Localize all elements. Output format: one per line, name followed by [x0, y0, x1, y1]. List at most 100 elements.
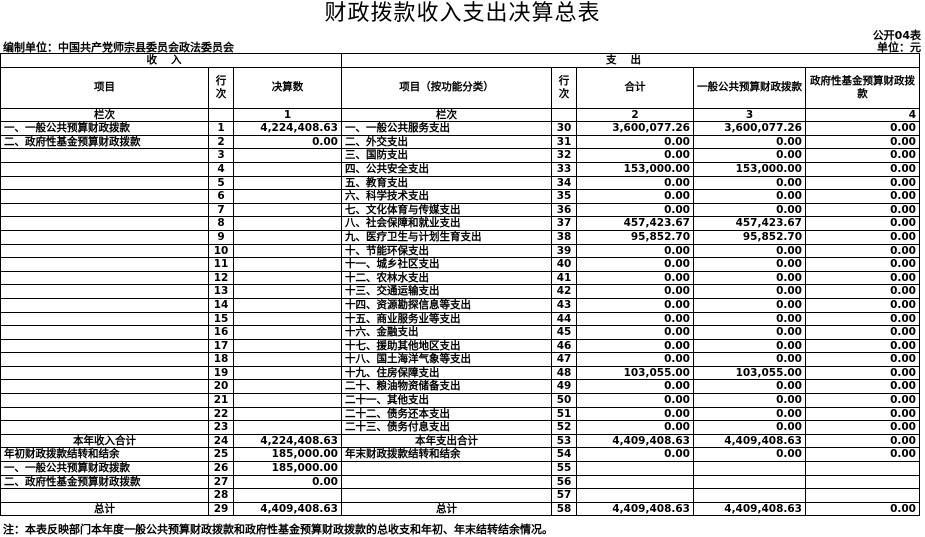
table-cell: 103,055.00 — [576, 365, 694, 381]
table-cell: 32 — [551, 148, 577, 163]
table-cell: 0.00 — [693, 447, 806, 463]
table-cell — [0, 406, 209, 422]
table-row: 一、一般公共预算财政拨款 1 4,224,408.63 一、一般公共服务支出 30 3,6… — [0, 121, 920, 136]
table-cell: 总计 — [341, 501, 552, 517]
table-cell — [341, 488, 552, 503]
table-cell: 3,600,077.26 — [693, 121, 806, 136]
table-cell — [233, 257, 342, 272]
table-cell: 4,409,408.63 — [693, 433, 806, 449]
table-cell: 185,000.00 — [233, 461, 342, 476]
table-cell: 4,409,408.63 — [576, 501, 694, 517]
table-cell: 103,055.00 — [693, 365, 806, 381]
table-cell: 0.00 — [576, 338, 694, 354]
table-cell: 0.00 — [693, 270, 806, 286]
table-cell: 54 — [551, 447, 577, 463]
table-cell: 17 — [208, 338, 234, 354]
table-cell: 0.00 — [693, 284, 806, 299]
table-row: 12 十二、农林水支出 41 0.00 0.00 0.00 — [0, 270, 920, 286]
table-cell: 0.00 — [805, 433, 920, 449]
table-cell: 0.00 — [576, 134, 694, 150]
table-cell — [0, 338, 209, 354]
table-cell: 0.00 — [805, 297, 920, 313]
table-cell — [0, 270, 209, 286]
expense-group-header: 支出 — [341, 53, 920, 68]
header-row-no: 行次 — [208, 66, 234, 109]
group-header-row: 收入 支出 — [0, 53, 920, 68]
table-cell — [0, 297, 209, 313]
unit-row: 编制单位：中国共产党师宗县委员会政法委员会 单位：元 — [0, 39, 925, 54]
table-row: 3 三、国防支出 32 0.00 0.00 0.00 — [0, 148, 920, 163]
table-cell: 0.00 — [233, 474, 342, 490]
table-cell — [0, 175, 209, 191]
table-row: 16 十六、金融支出 45 0.00 0.00 0.00 — [0, 325, 920, 340]
table-cell: 4,409,408.63 — [233, 501, 342, 517]
table-cell: 0.00 — [693, 134, 806, 150]
table-cell: 0.00 — [693, 189, 806, 204]
table-cell: 0.00 — [805, 338, 920, 354]
budget-table: 收入 支出 项目 行次 决算数 项目（按功能分类） 行次 合计 一般公共预算财政… — [0, 53, 920, 517]
table-cell: 4 — [805, 107, 920, 123]
table-cell: 9 — [208, 229, 234, 245]
table-cell — [693, 488, 806, 503]
table-cell: 年初财政拨款结转和结余 — [0, 447, 209, 463]
table-cell: 24 — [208, 433, 234, 449]
table-cell: 3,600,077.26 — [576, 121, 694, 136]
table-cell: 二、外交支出 — [341, 134, 552, 150]
table-cell — [233, 161, 342, 177]
table-cell: 0.00 — [805, 134, 920, 150]
table-cell: 十九、住房保障支出 — [341, 365, 552, 381]
table-cell — [805, 461, 920, 476]
table-cell: 50 — [551, 393, 577, 408]
table-cell: 14 — [208, 297, 234, 313]
table-cell: 一、一般公共预算财政拨款 — [0, 121, 209, 136]
table-cell: 3 — [208, 148, 234, 163]
table-row: 11 十一、城乡社区支出 40 0.00 0.00 0.00 — [0, 257, 920, 272]
table-cell: 0.00 — [576, 311, 694, 327]
table-cell: 0.00 — [233, 134, 342, 150]
table-cell — [233, 202, 342, 218]
table-cell: 0.00 — [576, 270, 694, 286]
table-cell: 3 — [693, 107, 806, 123]
table-row: 28 57 — [0, 488, 920, 503]
table-cell: 0.00 — [693, 420, 806, 435]
table-cell: 年末财政拨款结转和结余 — [341, 447, 552, 463]
table-row: 17 十七、援助其他地区支出 46 0.00 0.00 0.00 — [0, 338, 920, 354]
table-row: 19 十九、住房保障支出 48 103,055.00 103,055.00 0.00 — [0, 365, 920, 381]
table-cell: 8 — [208, 216, 234, 231]
table-cell: 48 — [551, 365, 577, 381]
table-row: 9 九、医疗卫生与计划生育支出 38 95,852.70 95,852.70 0.00 — [0, 229, 920, 245]
table-cell: 38 — [551, 229, 577, 245]
table-row: 二、政府性基金预算财政拨款 2 0.00 二、外交支出 31 0.00 0.00 0.00 — [0, 134, 920, 150]
table-row: 15 十五、商业服务业等支出 44 0.00 0.00 0.00 — [0, 311, 920, 327]
table-cell: 二、政府性基金预算财政拨款 — [0, 134, 209, 150]
table-cell: 0.00 — [576, 297, 694, 313]
income-group-header: 收入 — [0, 53, 342, 68]
table-cell — [233, 325, 342, 340]
header-total: 合计 — [576, 66, 694, 109]
table-cell: 44 — [551, 311, 577, 327]
table-cell: 6 — [208, 189, 234, 204]
table-cell: 0.00 — [576, 352, 694, 367]
table-cell — [0, 311, 209, 327]
table-cell — [233, 352, 342, 367]
table-cell: 0.00 — [805, 393, 920, 408]
table-row: 10 十、节能环保支出 39 0.00 0.00 0.00 — [0, 243, 920, 259]
table-cell: 二十三、债务付息支出 — [341, 420, 552, 435]
table-cell: 0.00 — [805, 365, 920, 381]
table-cell: 十一、城乡社区支出 — [341, 257, 552, 272]
table-cell: 0.00 — [576, 406, 694, 422]
table-row: 7 七、文化体育与传媒支出 36 0.00 0.00 0.00 — [0, 202, 920, 218]
table-cell: 0.00 — [576, 257, 694, 272]
table-cell: 二、政府性基金预算财政拨款 — [0, 474, 209, 490]
table-cell: 0.00 — [693, 393, 806, 408]
table-cell — [0, 420, 209, 435]
table-cell — [233, 175, 342, 191]
table-cell: 45 — [551, 325, 577, 340]
column-header-row: 项目 行次 决算数 项目（按功能分类） 行次 合计 一般公共预算财政拨款 政府性… — [0, 66, 920, 109]
table-cell: 二十一、其他支出 — [341, 393, 552, 408]
table-cell: 34 — [551, 175, 577, 191]
table-cell — [0, 365, 209, 381]
table-cell: 0.00 — [693, 311, 806, 327]
table-cell: 42 — [551, 284, 577, 299]
table-cell: 0.00 — [693, 243, 806, 259]
